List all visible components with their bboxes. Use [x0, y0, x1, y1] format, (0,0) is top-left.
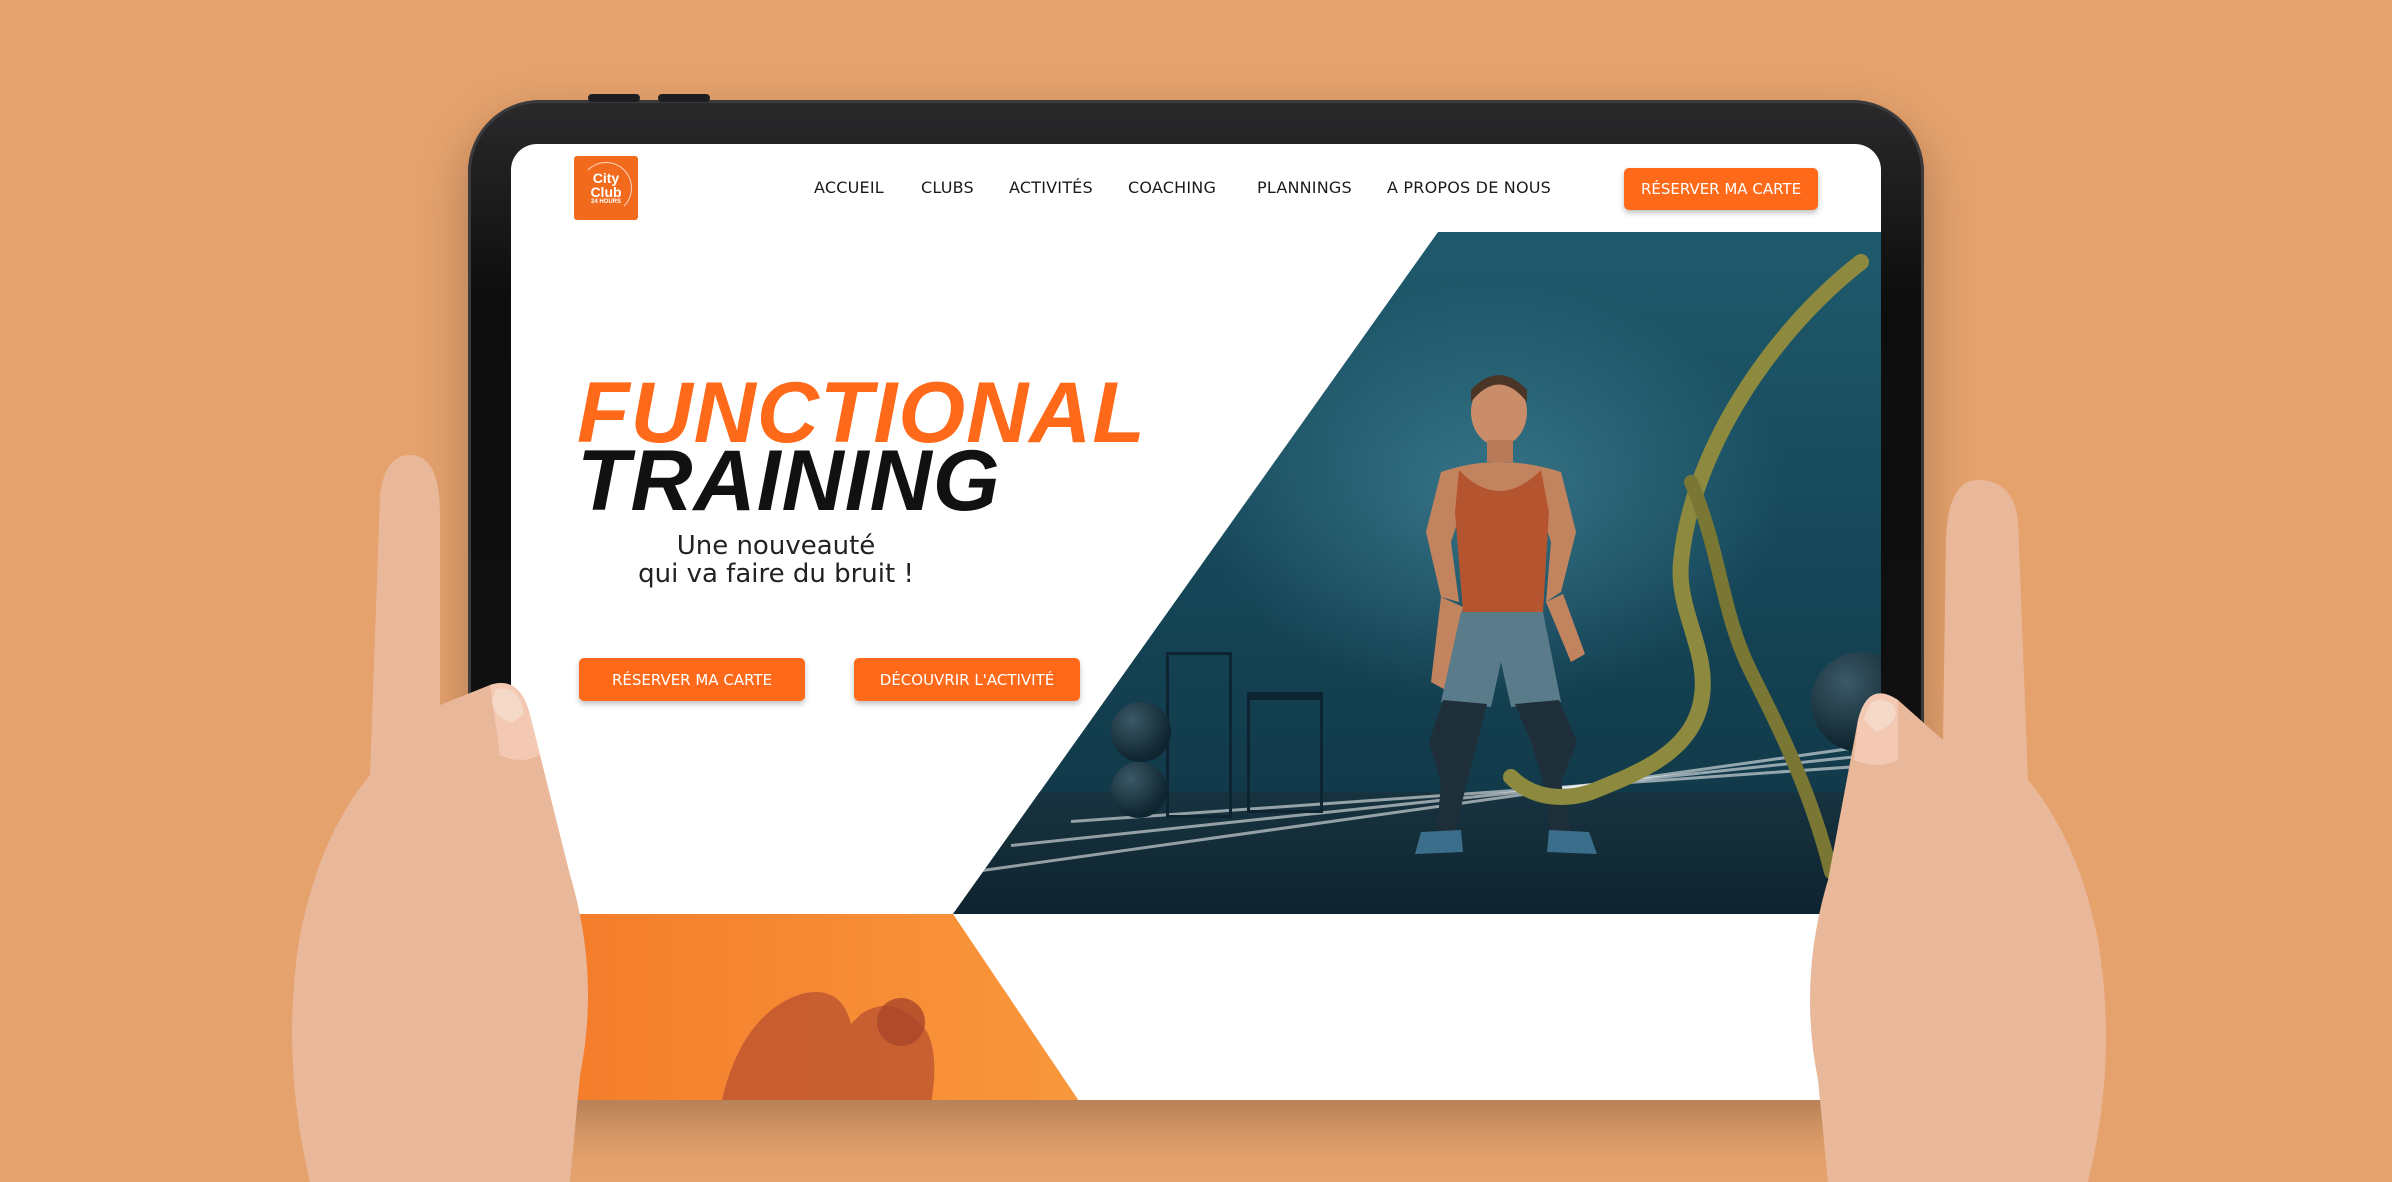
header-reserve-card-button[interactable]: RÉSERVER MA CARTE [1624, 168, 1818, 210]
medicine-ball [1111, 762, 1167, 818]
nav-item-plannings[interactable]: PLANNINGS [1257, 178, 1352, 197]
nav-item-activites[interactable]: ACTIVITÉS [1009, 178, 1093, 197]
lower-section-image [511, 914, 1081, 1100]
gym-stool [1247, 692, 1323, 813]
hero-discover-activity-button[interactable]: DÉCOUVRIR L'ACTIVITÉ [854, 658, 1080, 701]
stretching-woman-silhouette [721, 992, 935, 1100]
nav-item-clubs[interactable]: CLUBS [921, 178, 974, 197]
medicine-ball [1111, 702, 1171, 762]
nav-item-a-propos[interactable]: A PROPOS DE NOUS [1387, 178, 1551, 197]
left-hand [292, 455, 588, 1182]
nav-item-coaching[interactable]: COACHING [1128, 178, 1216, 197]
lower-section [511, 914, 1881, 1100]
nav-item-accueil[interactable]: ACCUEIL [814, 178, 884, 197]
tablet-button [588, 94, 640, 102]
tablet-button [658, 94, 710, 102]
site-header: City Club 24 HOURS ACCUEIL CLUBS ACTIVIT… [511, 144, 1881, 232]
website-screen: City Club 24 HOURS ACCUEIL CLUBS ACTIVIT… [511, 144, 1881, 1100]
gym-rack [1166, 652, 1232, 818]
right-hand [1810, 480, 2106, 1182]
